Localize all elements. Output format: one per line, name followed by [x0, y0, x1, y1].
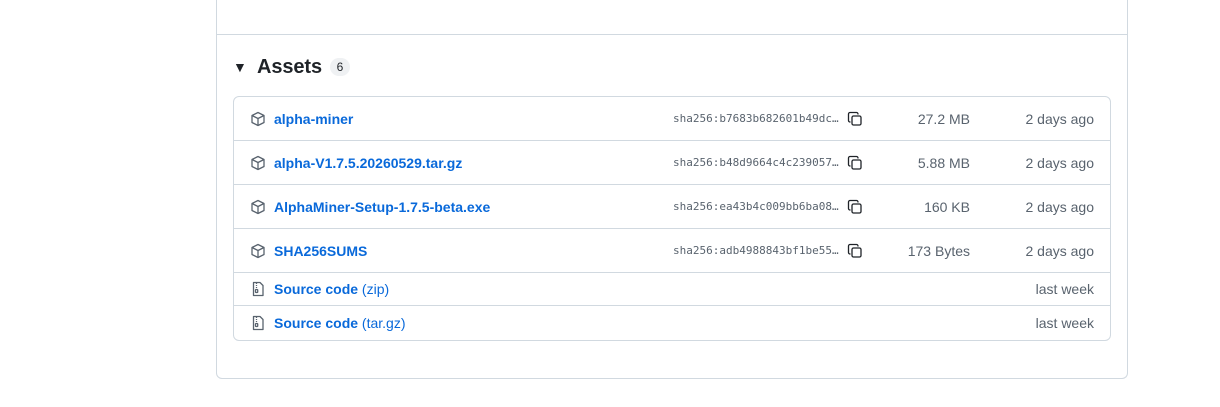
source-row: Source code (tar.gz) last week — [234, 305, 1110, 339]
asset-link[interactable]: alpha-V1.7.5.20260529.tar.gz — [274, 155, 462, 171]
asset-size: 173 Bytes — [907, 242, 970, 259]
assets-title: Assets — [257, 55, 322, 78]
source-date: last week — [1035, 281, 1094, 297]
copy-icon — [847, 243, 862, 258]
release-card: ▼ Assets 6 alpha-miner sha256:b7683b6826… — [216, 0, 1128, 379]
source-date: last week — [1035, 314, 1094, 331]
package-icon — [250, 199, 266, 215]
assets-list: alpha-miner sha256:b7683b682601b49dc9a2e… — [233, 96, 1111, 341]
copy-icon — [847, 199, 862, 214]
assets-toggle[interactable]: ▼ Assets 6 — [233, 55, 350, 79]
copy-digest-button[interactable] — [844, 152, 866, 174]
source-suffix: (tar.gz) — [361, 314, 406, 331]
file-zip-icon — [250, 281, 266, 297]
copy-digest-button[interactable] — [844, 196, 866, 218]
asset-row: alpha-V1.7.5.20260529.tar.gz sha256:b48d… — [234, 140, 1110, 184]
asset-row: AlphaMiner-Setup-1.7.5-beta.exe sha256:e… — [234, 184, 1110, 228]
asset-date: 2 days ago — [1025, 110, 1095, 127]
asset-link[interactable]: SHA256SUMS — [274, 243, 367, 259]
assets-count-badge: 6 — [330, 58, 350, 76]
card-divider — [217, 34, 1127, 35]
package-icon — [250, 111, 266, 127]
package-icon — [250, 243, 266, 259]
asset-digest: sha256:ea43b4c009bb6ba08f72c1d4 — [673, 200, 841, 213]
asset-row: alpha-miner sha256:b7683b682601b49dc9a2e… — [234, 97, 1110, 140]
copy-digest-button[interactable] — [844, 108, 866, 130]
copy-icon — [847, 155, 862, 170]
asset-size: 5.88 MB — [917, 154, 970, 171]
copy-icon — [847, 111, 862, 126]
asset-digest: sha256:b48d9664c4c2390571d3a8e2 — [673, 156, 841, 169]
package-icon — [250, 155, 266, 171]
source-zip-link[interactable]: Source code (zip) — [274, 281, 389, 297]
asset-date: 2 days ago — [1025, 242, 1095, 259]
asset-size: 160 KB — [924, 198, 970, 215]
file-zip-icon — [250, 315, 266, 331]
asset-link[interactable]: AlphaMiner-Setup-1.7.5-beta.exe — [274, 199, 490, 215]
caret-down-icon[interactable]: ▼ — [233, 60, 253, 74]
asset-digest: sha256:adb4988843bf1be55a0c7e91 — [673, 244, 841, 257]
source-label: Source code — [274, 314, 359, 331]
asset-digest: sha256:b7683b682601b49dc9a2e4f1 — [673, 112, 841, 125]
source-row: Source code (zip) last week — [234, 272, 1110, 305]
asset-link[interactable]: alpha-miner — [274, 111, 353, 127]
asset-size: 27.2 MB — [917, 110, 970, 127]
asset-row: SHA256SUMS sha256:adb4988843bf1be55a0c7e… — [234, 228, 1110, 272]
asset-date: 2 days ago — [1025, 154, 1095, 171]
asset-date: 2 days ago — [1025, 198, 1095, 215]
source-targz-link[interactable]: Source code (tar.gz) — [274, 315, 406, 331]
source-suffix: (zip) — [361, 281, 390, 297]
source-label: Source code — [274, 281, 359, 297]
copy-digest-button[interactable] — [844, 240, 866, 262]
